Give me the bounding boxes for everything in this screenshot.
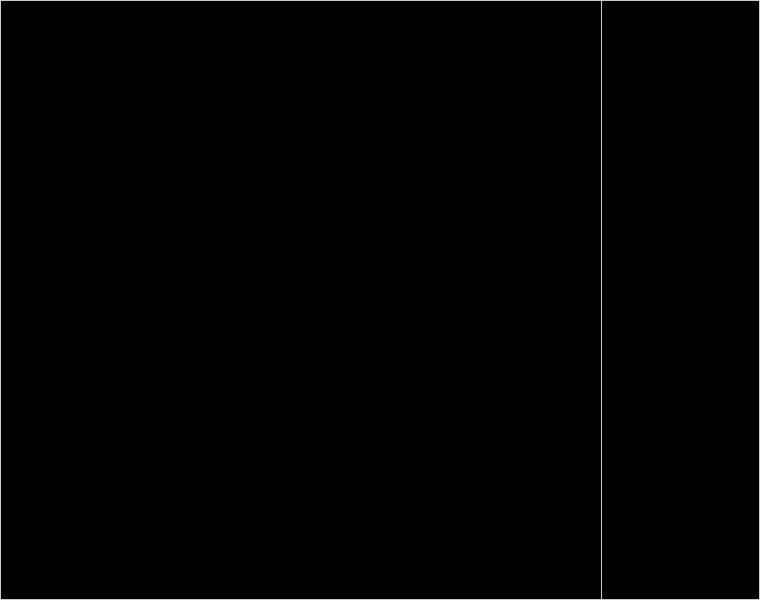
astrolog-window — [0, 0, 760, 600]
natal-chart-wheel — [1, 1, 601, 600]
panel-divider — [601, 1, 602, 599]
info-panel — [605, 1, 759, 599]
